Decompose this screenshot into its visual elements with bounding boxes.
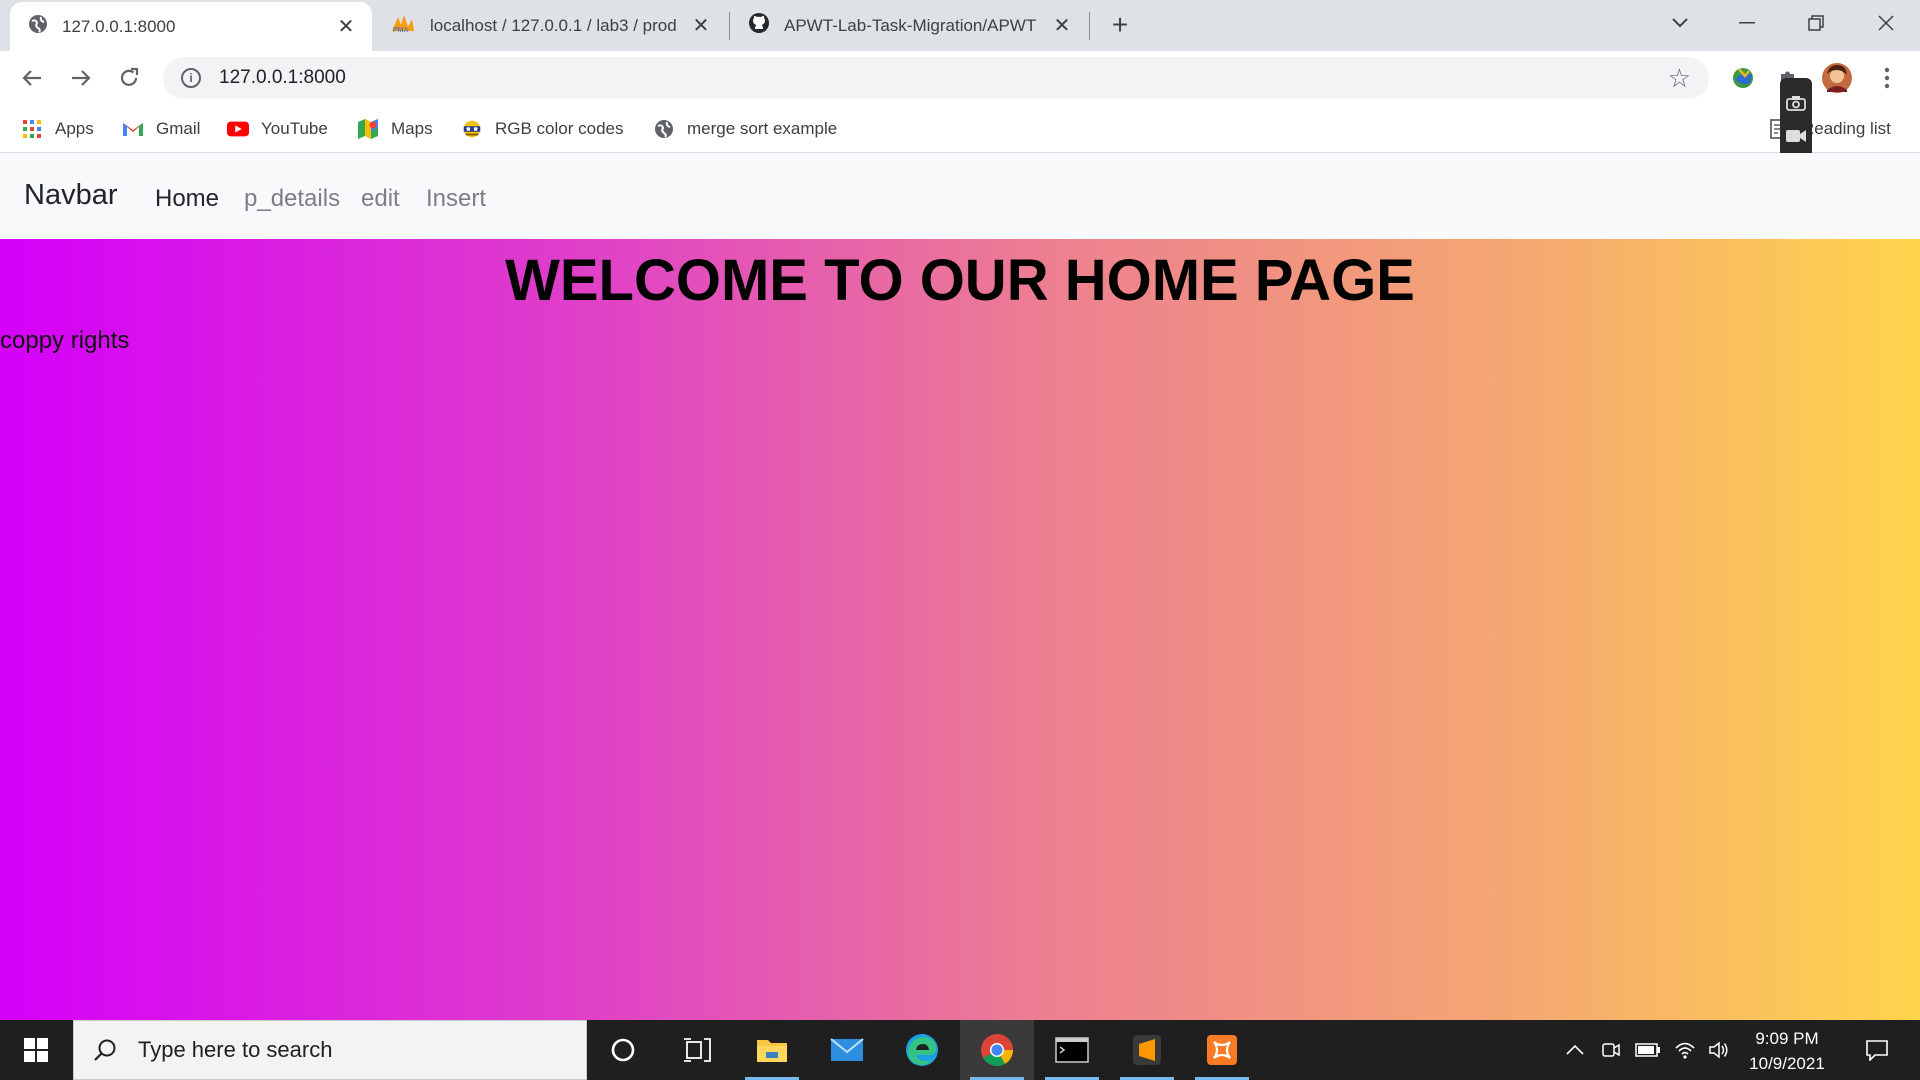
site-info-icon[interactable]: i: [181, 68, 201, 88]
page-title: WELCOME TO OUR HOME PAGE: [505, 248, 1415, 313]
mail-icon[interactable]: [810, 1020, 884, 1080]
bookmarks-bar: Apps Gmail YouTube Maps RGB color codes …: [0, 105, 1920, 153]
address-bar[interactable]: i 127.0.0.1:8000 ☆: [163, 57, 1709, 99]
gmail-icon: [122, 118, 144, 140]
search-icon: [92, 1037, 118, 1063]
tab-title: 127.0.0.1:8000: [62, 16, 176, 36]
restore-button[interactable]: [1796, 8, 1836, 38]
site-navbar: Navbar Home p_details edit Insert: [0, 153, 1920, 239]
bookmark-label: Maps: [391, 119, 433, 138]
volume-icon[interactable]: [1706, 1020, 1732, 1080]
bookmark-merge-sort[interactable]: merge sort example: [653, 115, 837, 143]
file-explorer-icon[interactable]: [735, 1020, 809, 1080]
nav-link-insert[interactable]: Insert: [426, 185, 486, 213]
bookmark-maps[interactable]: Maps: [357, 115, 433, 143]
minimize-button[interactable]: [1727, 8, 1767, 38]
cortana-icon[interactable]: [586, 1020, 660, 1080]
copyright-text: coppy rights: [0, 327, 130, 354]
idm-extension-icon[interactable]: [1727, 62, 1759, 94]
globe-icon: [653, 118, 675, 140]
bookmark-youtube[interactable]: YouTube: [227, 115, 328, 143]
globe-icon: [28, 14, 48, 39]
close-window-button[interactable]: [1866, 8, 1906, 38]
battery-icon[interactable]: [1634, 1020, 1662, 1080]
nav-link-edit[interactable]: edit: [361, 185, 400, 213]
phpmyadmin-icon: PMA: [390, 13, 416, 38]
apps-grid-icon: [21, 118, 43, 140]
tab-title: APWT-Lab-Task-Migration/APWT: [784, 15, 1037, 35]
system-clock[interactable]: 9:09 PM 10/9/2021: [1732, 1026, 1842, 1076]
avatar[interactable]: [1821, 62, 1853, 94]
gradient-hero: WELCOME TO OUR HOME PAGE coppy rights: [0, 239, 1920, 1020]
url-text[interactable]: 127.0.0.1:8000: [219, 67, 346, 89]
terminal-icon[interactable]: [1035, 1020, 1109, 1080]
bookmark-star-icon[interactable]: ☆: [1668, 65, 1691, 91]
tab-github[interactable]: APWT-Lab-Task-Migration/APWT ✕: [730, 0, 1088, 51]
bookmark-rgb-color-codes[interactable]: RGB color codes: [461, 115, 624, 143]
bookmark-label: YouTube: [261, 119, 328, 138]
rgb-icon: [461, 118, 483, 140]
wifi-icon[interactable]: [1672, 1020, 1698, 1080]
bookmark-label: Gmail: [156, 119, 201, 138]
nav-link-home[interactable]: Home: [155, 185, 219, 213]
chevron-up-icon[interactable]: [1562, 1020, 1588, 1080]
svg-text:PMA: PMA: [393, 27, 409, 33]
tab-localhost[interactable]: 127.0.0.1:8000 ✕: [10, 2, 372, 51]
bookmark-label: merge sort example: [687, 119, 838, 138]
bookmark-gmail[interactable]: Gmail: [122, 115, 200, 143]
tab-phpmyadmin[interactable]: PMA localhost / 127.0.0.1 / lab3 / prod …: [372, 0, 727, 51]
meet-now-icon[interactable]: [1598, 1020, 1624, 1080]
xampp-icon[interactable]: [1185, 1020, 1259, 1080]
edge-icon[interactable]: [885, 1020, 959, 1080]
notification-icon[interactable]: [1848, 1020, 1906, 1080]
tab-title: localhost / 127.0.0.1 / lab3 / prod: [430, 15, 677, 35]
forward-icon[interactable]: [66, 63, 96, 93]
tab-strip: 127.0.0.1:8000 ✕ PMA localhost / 127.0.0…: [0, 0, 1920, 51]
bookmark-label: RGB color codes: [495, 119, 624, 138]
maps-icon: [357, 118, 379, 140]
menu-kebab-icon[interactable]: [1871, 62, 1903, 94]
clock-time: 9:09 PM: [1755, 1029, 1819, 1048]
close-icon[interactable]: ✕: [336, 16, 356, 38]
sublime-text-icon[interactable]: [1110, 1020, 1184, 1080]
camera-icon[interactable]: [1785, 92, 1807, 114]
reading-list-label: Reading list: [1802, 119, 1891, 138]
windows-start-icon[interactable]: [0, 1020, 72, 1080]
bookmark-apps[interactable]: Apps: [21, 115, 94, 143]
clock-date: 10/9/2021: [1749, 1054, 1825, 1073]
back-icon[interactable]: [17, 63, 47, 93]
youtube-icon: [227, 118, 249, 140]
nav-link-p-details[interactable]: p_details: [244, 185, 340, 213]
windows-taskbar: Type here to search 9:09 PM 10/9/2021: [0, 1020, 1920, 1080]
tab-separator: [1089, 12, 1090, 40]
close-icon[interactable]: ✕: [1052, 15, 1072, 37]
video-camera-icon[interactable]: [1785, 125, 1807, 147]
bookmark-label: Apps: [55, 119, 94, 138]
new-tab-button[interactable]: +: [1106, 11, 1134, 40]
navbar-brand[interactable]: Navbar: [24, 179, 118, 212]
search-placeholder: Type here to search: [138, 1037, 333, 1062]
taskbar-search-box[interactable]: Type here to search: [73, 1020, 587, 1080]
web-page: Navbar Home p_details edit Insert WELCOM…: [0, 153, 1920, 1020]
github-icon: [748, 12, 770, 39]
close-icon[interactable]: ✕: [691, 15, 711, 37]
chrome-icon[interactable]: [960, 1020, 1034, 1080]
tab-search-icon[interactable]: [1660, 8, 1700, 38]
browser-toolbar: i 127.0.0.1:8000 ☆: [0, 51, 1920, 105]
task-view-icon[interactable]: [660, 1020, 734, 1080]
reload-icon[interactable]: [114, 63, 144, 93]
